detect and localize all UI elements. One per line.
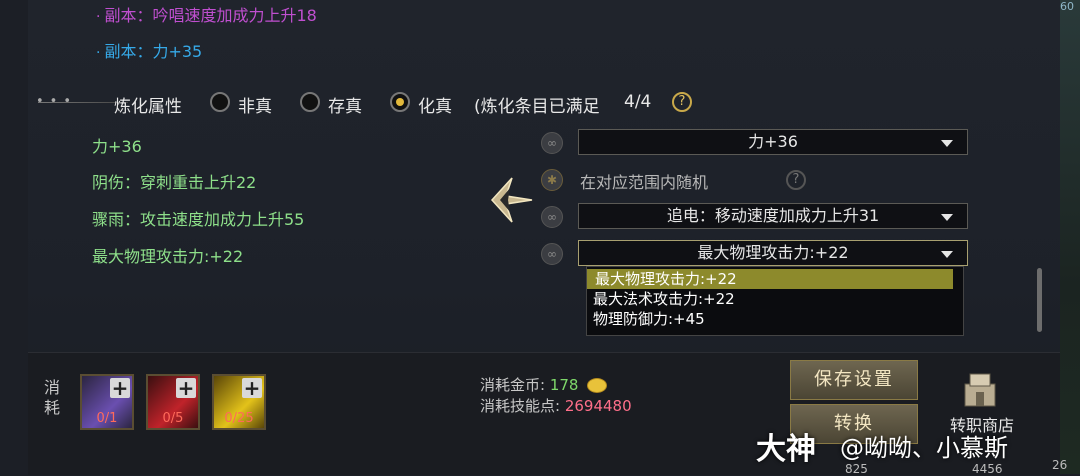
radio-cunzhen[interactable] [300, 92, 320, 112]
copy-attr-2-text: 副本：力+35 [104, 42, 203, 61]
option-1[interactable]: 最大物理攻击力:+22 [587, 269, 953, 289]
radio-feizhen[interactable] [210, 92, 230, 112]
attr-2: 阴伤：穿刺重击上升22 [92, 173, 257, 192]
random-range-text: 在对应范围内随机 [580, 173, 709, 192]
copy-attr-2: · 副本：力+35 [96, 42, 203, 61]
chevron-down-icon [941, 140, 953, 147]
refine-title: 炼化属性 [114, 97, 182, 117]
gold-cost-value: 178 [549, 376, 579, 394]
dropdown-3-options: 最大物理攻击力:+22 最大法术攻击力:+22 物理防御力:+45 [586, 266, 964, 336]
shop-icon[interactable] [962, 370, 998, 410]
side-decoration [1060, 0, 1080, 474]
consume-label: 消耗 [44, 378, 61, 417]
dropdown-2-value: 追电：移动速度加成力上升31 [666, 206, 880, 225]
material-slot-2[interactable]: + 0/5 [146, 374, 200, 430]
radio-feizhen-label: 非真 [238, 97, 272, 117]
dropdown-3-value: 最大物理攻击力:+22 [697, 243, 849, 262]
gold-cost: 消耗金币: 178 [480, 374, 608, 395]
watermark-brand: 大神 [756, 432, 816, 467]
scrollbar[interactable] [1037, 268, 1042, 332]
radio-huazhen-label: 化真 [418, 97, 452, 117]
attr-3: 骤雨：攻击速度加成力上升55 [92, 210, 305, 229]
chevron-down-icon [941, 214, 953, 221]
bottom-num-3: 26 [1052, 458, 1068, 472]
plus-icon: + [176, 376, 196, 400]
link-icon-2[interactable]: ∞ [541, 206, 563, 228]
skill-cost-value: 2694480 [564, 397, 632, 415]
skill-cost-label: 消耗技能点: [480, 397, 561, 415]
refine-header: ••• 炼化属性 非真 存真 化真 (炼化条目已满足 4/4 ? [28, 88, 1060, 120]
material-slot-3[interactable]: + 0/25 [212, 374, 266, 430]
radio-cunzhen-label: 存真 [328, 97, 362, 117]
refine-status-count: 4/4 [624, 92, 652, 112]
dropdown-1[interactable]: 力+36 [578, 129, 968, 155]
material-slot-1[interactable]: + 0/1 [80, 374, 134, 430]
top-counter: 60 [1060, 0, 1074, 13]
gold-coin-icon [587, 378, 608, 393]
material-1-count: 0/1 [96, 411, 118, 426]
chevron-down-icon [941, 251, 953, 258]
attr-4: 最大物理攻击力:+22 [92, 247, 244, 266]
dropdown-2[interactable]: 追电：移动速度加成力上升31 [578, 203, 968, 229]
material-3-count: 0/25 [224, 411, 254, 426]
option-2[interactable]: 最大法术攻击力:+22 [593, 289, 953, 309]
copy-attr-1-text: 副本：吟唱速度加成力上升18 [104, 6, 317, 25]
radio-huazhen[interactable] [390, 92, 410, 112]
watermark-user: @呦呦、小慕斯 [840, 434, 1008, 462]
link-icon-3[interactable]: ∞ [541, 243, 563, 265]
help-icon[interactable]: ? [672, 92, 692, 112]
plus-icon: + [242, 376, 262, 400]
dropdown-3[interactable]: 最大物理攻击力:+22 [578, 240, 968, 266]
plus-icon: + [110, 376, 130, 400]
save-settings-button[interactable]: 保存设置 [790, 360, 918, 400]
material-2-count: 0/5 [162, 411, 184, 426]
option-3[interactable]: 物理防御力:+45 [593, 309, 953, 329]
attr-1: 力+36 [92, 137, 142, 156]
skill-cost: 消耗技能点: 2694480 [480, 395, 632, 416]
copy-attr-1: · 副本：吟唱速度加成力上升18 [96, 6, 317, 25]
random-icon: ✱ [541, 169, 563, 191]
refine-status-prefix: (炼化条目已满足 [474, 97, 600, 117]
dropdown-1-value: 力+36 [748, 132, 798, 151]
random-help-icon[interactable]: ? [786, 170, 806, 190]
gold-cost-label: 消耗金币: [480, 376, 546, 394]
link-icon-1[interactable]: ∞ [541, 132, 563, 154]
refine-arrow-icon [490, 177, 533, 223]
